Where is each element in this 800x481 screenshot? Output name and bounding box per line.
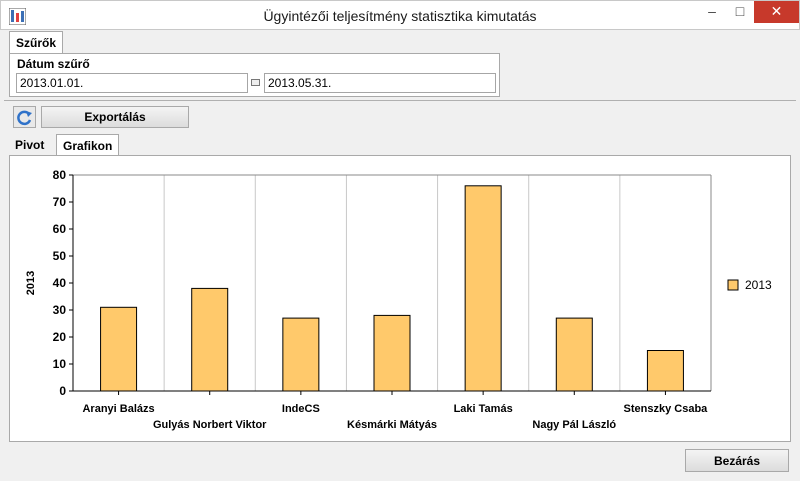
y-tick-label: 0 bbox=[59, 384, 66, 398]
bar bbox=[646, 350, 684, 392]
bar bbox=[100, 306, 138, 392]
y-tick-label: 80 bbox=[53, 168, 67, 182]
x-tick-label: Gulyás Norbert Viktor bbox=[153, 419, 267, 431]
refresh-button[interactable] bbox=[13, 106, 36, 128]
legend-swatch bbox=[727, 279, 739, 291]
bar-chart: 0 10 20 30 40 50 60 70 80 2013 Aranyi Balázs Gulyás… bbox=[25, 168, 772, 431]
title-bar: Ügyintézői teljesítmény statisztika kimu… bbox=[0, 0, 800, 30]
x-tick-label: IndeCS bbox=[282, 403, 320, 415]
bar bbox=[464, 185, 502, 392]
tab-filters[interactable]: Szűrők bbox=[9, 31, 64, 53]
y-tick-label: 10 bbox=[53, 357, 67, 371]
date-from-input[interactable] bbox=[16, 73, 248, 93]
minimize-button[interactable]: – bbox=[698, 1, 726, 23]
chart-panel: 0 10 20 30 40 50 60 70 80 2013 Aranyi Balázs Gulyás… bbox=[9, 155, 791, 442]
close-button[interactable]: Bezárás bbox=[685, 449, 789, 472]
divider bbox=[4, 100, 796, 101]
legend-label: 2013 bbox=[745, 278, 772, 292]
refresh-icon bbox=[17, 110, 32, 125]
date-filter-title: Dátum szűrő bbox=[17, 57, 90, 71]
tab-pivot[interactable]: Pivot bbox=[9, 134, 50, 155]
y-tick-label: 60 bbox=[53, 222, 67, 236]
tab-grafikon[interactable]: Grafikon bbox=[56, 134, 120, 155]
y-axis-label: 2013 bbox=[25, 271, 37, 295]
x-tick-label: Késmárki Mátyás bbox=[347, 419, 437, 431]
x-tick-label: Nagy Pál László bbox=[532, 419, 616, 431]
x-tick-label: Laki Tamás bbox=[454, 403, 513, 415]
y-tick-label: 40 bbox=[53, 276, 67, 290]
y-tick-label: 70 bbox=[53, 195, 67, 209]
bar bbox=[555, 317, 593, 392]
y-tick-label: 50 bbox=[53, 249, 67, 263]
x-tick-label: Stenszky Csaba bbox=[624, 403, 709, 415]
range-separator-icon bbox=[251, 79, 260, 86]
x-tick-label: Aranyi Balázs bbox=[82, 403, 154, 415]
bar bbox=[282, 317, 320, 392]
maximize-button[interactable]: □ bbox=[726, 1, 754, 23]
date-to-input[interactable] bbox=[264, 73, 496, 93]
date-filter-panel: Dátum szűrő bbox=[9, 53, 500, 97]
window-title: Ügyintézői teljesítmény statisztika kimu… bbox=[263, 8, 537, 24]
export-button[interactable]: Exportálás bbox=[41, 106, 189, 128]
bar bbox=[373, 314, 411, 392]
close-window-button[interactable]: ✕ bbox=[754, 1, 799, 23]
y-tick-label: 20 bbox=[53, 330, 67, 344]
y-tick-label: 30 bbox=[53, 303, 67, 317]
bar bbox=[191, 287, 229, 392]
